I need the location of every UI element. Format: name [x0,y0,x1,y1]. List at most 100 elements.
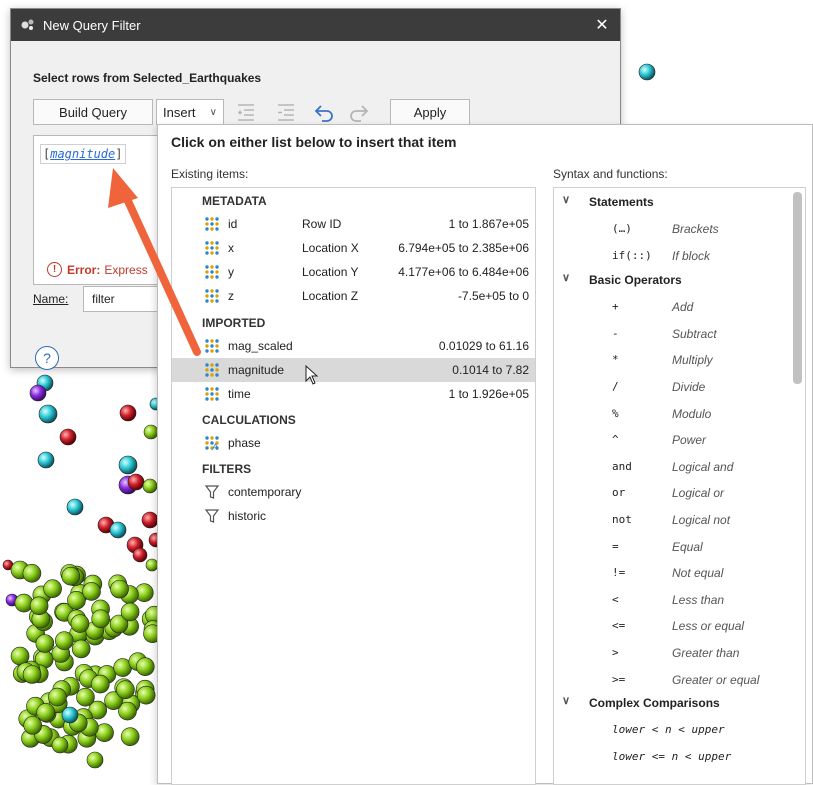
item-name: historic [228,509,267,523]
syntax-item[interactable]: (…) Brackets [554,216,794,242]
indent-icon[interactable] [235,101,257,123]
list-item-historic[interactable]: historic [172,504,535,528]
syntax-functions-list[interactable]: ∨ Statements (…) Brackets if(::) If block ∨ Bas… [553,187,806,785]
syntax-item[interactable]: * Multiply [554,347,794,373]
data-point-sphere [59,428,77,446]
item-name: time [228,387,251,401]
syntax-section-header[interactable]: ∨ Complex Comparisons [554,691,794,715]
syntax-section-header[interactable]: ∨ Statements [554,190,794,214]
syntax-item[interactable]: or Logical or [554,480,794,506]
syntax-description: Logical not [672,513,731,527]
data-point-sphere [132,547,148,563]
syntax-item[interactable]: > Greater than [554,640,794,666]
field-token[interactable]: [magnitude] [40,144,126,164]
syntax-item[interactable]: < Less than [554,587,794,613]
syntax-description: Modulo [672,406,712,421]
data-point-sphere [61,566,81,586]
data-point-sphere [36,703,55,722]
item-range: 0.01029 to 61.16 [438,339,529,353]
syntax-description: Less or equal [672,619,745,634]
item-range: 6.794e+05 to 2.385e+06 [398,241,529,255]
syntax-description: Greater than [672,646,740,660]
app-icon [21,19,34,30]
list-item-contemporary[interactable]: contemporary [172,480,535,504]
section-filters: FILTERS [202,462,252,476]
section-metadata: METADATA [202,194,267,208]
data-point-sphere [38,404,58,424]
syntax-description: Add [672,300,694,315]
column-icon [205,339,219,353]
syntax-item[interactable]: = Equal [554,534,794,560]
data-point-sphere [120,602,140,622]
list-item-phase[interactable]: A phase [172,431,535,455]
syntax-item[interactable]: / Divide [554,374,794,400]
data-point-sphere [55,631,74,650]
insert-label: Insert [163,104,196,120]
syntax-item[interactable]: if(::) If block [554,243,794,269]
item-desc: Location Z [302,289,359,303]
syntax-item[interactable]: and Logical and [554,454,794,480]
syntax-item[interactable]: <= Less or equal [554,613,794,639]
syntax-symbol: or [612,486,626,500]
column-icon [205,241,219,255]
syntax-symbol: not [612,513,632,526]
syntax-item[interactable]: != Not equal [554,560,794,586]
svg-text:A: A [211,442,218,451]
data-point-sphere [71,639,91,659]
syntax-item[interactable]: lower < n < upper [554,717,794,743]
insert-dropdown[interactable]: Insert ∨ [156,99,224,125]
name-label-text: Name: [33,292,69,306]
data-point-sphere [76,687,95,707]
existing-items-label: Existing items: [171,167,249,181]
outdent-icon[interactable] [275,101,297,123]
syntax-item[interactable]: lower <= n < upper [554,744,794,770]
syntax-description: Logical and [672,459,734,474]
error-icon: ! [47,262,62,277]
syntax-symbol: / [612,380,619,393]
list-item-y[interactable]: y Location Y 4.177e+06 to 6.484e+06 [172,260,535,284]
syntax-item[interactable]: not Logical not [554,507,794,533]
item-name: id [228,217,238,231]
syntax-item[interactable]: >= Greater or equal [554,667,794,693]
chevron-down-icon[interactable]: ∨ [562,271,570,284]
syntax-description: Divide [672,380,706,394]
redo-icon[interactable] [348,101,370,123]
insert-popup: Click on either list below to insert tha… [157,124,813,785]
list-item-id[interactable]: id Row ID 1 to 1.867e+05 [172,212,535,236]
syntax-item[interactable]: % Modulo [554,401,794,427]
syntax-item[interactable]: - Subtract [554,321,794,347]
syntax-expression: lower < n < upper [612,723,725,737]
chevron-down-icon: ∨ [209,106,217,118]
error-label: Error: [67,262,101,277]
apply-button[interactable]: Apply [390,99,470,125]
chevron-down-icon[interactable]: ∨ [562,193,570,206]
data-point-sphere [110,579,129,599]
existing-items-list[interactable]: METADATA id Row ID 1 to 1.867e+05 x Loca… [171,187,536,785]
close-icon[interactable]: ✕ [592,15,612,35]
data-point-sphere [91,609,110,629]
build-query-button[interactable]: Build Query [33,99,153,125]
help-icon[interactable]: ? [35,346,59,370]
scrollbar-thumb[interactable] [793,192,802,384]
data-point-sphere [142,478,158,494]
syntax-description: If block [672,248,711,263]
mouse-cursor-icon [305,365,319,385]
undo-icon[interactable] [313,101,335,123]
chevron-down-icon[interactable]: ∨ [562,694,570,707]
data-point-sphere [82,582,101,601]
list-item-mag-scaled[interactable]: mag_scaled 0.01029 to 61.16 [172,334,535,358]
list-item-z[interactable]: z Location Z -7.5e+05 to 0 [172,284,535,308]
syntax-symbol: = [612,539,619,553]
syntax-section-header[interactable]: ∨ Basic Operators [554,268,794,292]
data-point-sphere [638,63,656,81]
list-item-magnitude[interactable]: magnitude 0.1014 to 7.82 [172,358,535,382]
syntax-item[interactable]: + Add [554,294,794,320]
syntax-description: Brackets [672,222,719,236]
data-point-sphere [35,634,55,653]
dialog-caption: Select rows from Selected_Earthquakes [33,71,262,85]
column-icon [205,217,219,231]
syntax-item[interactable]: ^ Power [554,427,794,453]
list-item-x[interactable]: x Location X 6.794e+05 to 2.385e+06 [172,236,535,260]
data-point-sphere [14,593,34,613]
list-item-time[interactable]: time 1 to 1.926e+05 [172,382,535,406]
